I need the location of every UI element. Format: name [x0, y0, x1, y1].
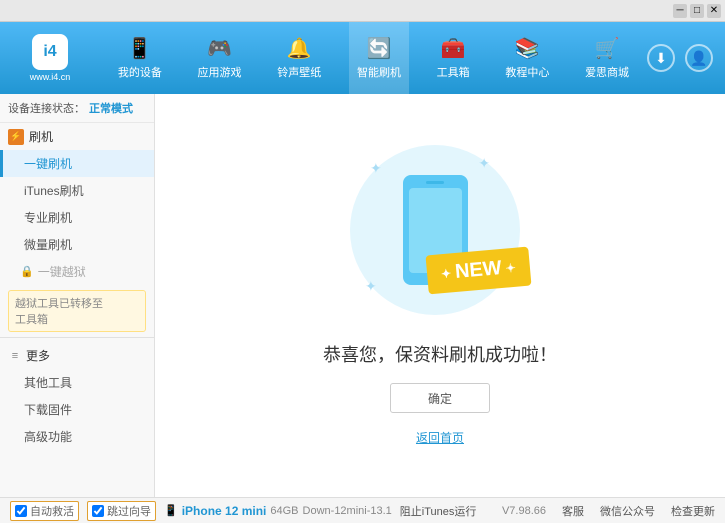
warning-text: 越狱工具已转移至 工具箱	[15, 298, 103, 326]
status-label: 设备连接状态：	[8, 100, 85, 116]
tutorial-icon: 📚	[515, 36, 540, 61]
nav-item-my-device-label: 我的设备	[118, 64, 162, 80]
itunes-status[interactable]: 阻止iTunes运行	[400, 503, 477, 519]
success-container: ✦ ✦ ✦ NEW 恭喜您，保资料刷机成功啦！ 确定 返回首页	[323, 145, 557, 446]
device-name: iPhone 12 mini	[182, 504, 267, 518]
nav-item-toolbox[interactable]: 🧰 工具箱	[429, 22, 478, 94]
app-games-icon: 🎮	[207, 36, 232, 61]
smart-flash-icon: 🔄	[367, 36, 392, 61]
nav-item-app-games[interactable]: 🎮 应用游戏	[190, 22, 250, 94]
other-tools-label: 其他工具	[24, 376, 72, 390]
title-bar: ─ □ ✕	[0, 0, 725, 22]
advanced-label: 高级功能	[24, 430, 72, 444]
nav-item-app-games-label: 应用游戏	[198, 64, 242, 80]
confirm-button[interactable]: 确定	[390, 383, 490, 413]
device-storage: 64GB	[270, 505, 298, 517]
nav-item-toolbox-label: 工具箱	[437, 64, 470, 80]
user-button[interactable]: 👤	[685, 44, 713, 72]
close-button[interactable]: ✕	[707, 4, 721, 18]
circle-background: ✦ ✦ ✦ NEW	[350, 145, 520, 315]
nav-item-smart-flash[interactable]: 🔄 智能刷机	[349, 22, 409, 94]
skip-wizard-checkbox[interactable]: 跳过向导	[87, 501, 156, 521]
sidebar: 设备连接状态： 正常模式 ⚡ 刷机 一键刷机 iTunes刷机 专业刷机 微量刷…	[0, 94, 155, 497]
flash-section-label: 刷机	[29, 128, 53, 145]
check-update-link[interactable]: 检查更新	[671, 503, 715, 519]
customer-service-link[interactable]: 客服	[562, 503, 584, 519]
sidebar-item-download-firmware[interactable]: 下载固件	[0, 396, 154, 423]
sidebar-item-jailbreak: 一键越狱	[38, 263, 86, 280]
sidebar-section-more[interactable]: ≡ 更多	[0, 342, 154, 369]
skip-wizard-label: 跳过向导	[107, 503, 151, 519]
my-device-icon: 📱	[127, 36, 152, 61]
ringtone-icon: 🔔	[287, 36, 312, 61]
sidebar-item-itunes-flash[interactable]: iTunes刷机	[0, 177, 154, 204]
auto-rescue-input[interactable]	[15, 505, 27, 517]
nav-item-shop[interactable]: 🛒 爱思商城	[577, 22, 637, 94]
device-info: 📱 iPhone 12 mini 64GB Down-12mini-13.1	[164, 504, 392, 518]
nav-item-tutorial-label: 教程中心	[505, 64, 549, 80]
sidebar-divider	[0, 337, 154, 338]
content-area: ✦ ✦ ✦ NEW 恭喜您，保资料刷机成功啦！ 确定 返回首页	[155, 94, 725, 497]
data-flash-label: 微量刷机	[24, 238, 72, 252]
nav-item-ringtone[interactable]: 🔔 铃声壁纸	[269, 22, 329, 94]
nav-items: 📱 我的设备 🎮 应用游戏 🔔 铃声壁纸 🔄 智能刷机 🧰 工具箱 📚 教程中心…	[100, 22, 647, 94]
phone-illustration: ✦ ✦ ✦ NEW	[350, 145, 530, 325]
one-click-flash-label: 一键刷机	[24, 157, 72, 171]
sidebar-item-data-flash[interactable]: 微量刷机	[0, 231, 154, 258]
nav-item-shop-label: 爱思商城	[585, 64, 629, 80]
sidebar-content: ⚡ 刷机 一键刷机 iTunes刷机 专业刷机 微量刷机 🔒 一键越狱	[0, 123, 154, 497]
toolbox-icon: 🧰	[441, 36, 466, 61]
status-value: 正常模式	[89, 100, 133, 116]
flash-section-icon: ⚡	[8, 129, 24, 145]
sidebar-section-flash[interactable]: ⚡ 刷机	[0, 123, 154, 150]
new-ribbon: NEW	[426, 247, 532, 295]
download-firmware-label: 下载固件	[24, 403, 72, 417]
sparkle-1: ✦	[370, 160, 382, 177]
nav-item-tutorial[interactable]: 📚 教程中心	[497, 22, 557, 94]
version-text: V7.98.66	[502, 505, 546, 517]
auto-rescue-checkbox[interactable]: 自动救活	[10, 501, 79, 521]
maximize-button[interactable]: □	[690, 4, 704, 18]
sparkle-2: ✦	[478, 155, 490, 172]
download-button[interactable]: ⬇	[647, 44, 675, 72]
main: 设备连接状态： 正常模式 ⚡ 刷机 一键刷机 iTunes刷机 专业刷机 微量刷…	[0, 94, 725, 497]
shop-icon: 🛒	[595, 36, 620, 61]
bottom-left: 自动救活 跳过向导 📱 iPhone 12 mini 64GB Down-12m…	[10, 501, 490, 521]
logo-area[interactable]: i4 www.i4.cn	[0, 34, 100, 82]
back-home-link[interactable]: 返回首页	[416, 429, 464, 446]
logo-text: www.i4.cn	[30, 72, 71, 82]
itunes-flash-label: iTunes刷机	[24, 184, 84, 198]
more-section-label: 更多	[26, 347, 50, 364]
sidebar-item-pro-flash[interactable]: 专业刷机	[0, 204, 154, 231]
sidebar-warning: 越狱工具已转移至 工具箱	[8, 290, 146, 332]
wechat-link[interactable]: 微信公众号	[600, 503, 655, 519]
minimize-button[interactable]: ─	[673, 4, 687, 18]
nav-item-my-device[interactable]: 📱 我的设备	[110, 22, 170, 94]
status-bar-top: 设备连接状态： 正常模式	[0, 94, 154, 123]
skip-wizard-input[interactable]	[92, 505, 104, 517]
device-model: Down-12mini-13.1	[303, 505, 392, 517]
header: i4 www.i4.cn 📱 我的设备 🎮 应用游戏 🔔 铃声壁纸 🔄 智能刷机…	[0, 22, 725, 94]
pro-flash-label: 专业刷机	[24, 211, 72, 225]
nav-item-ringtone-label: 铃声壁纸	[277, 64, 321, 80]
logo-icon: i4	[32, 34, 68, 70]
more-section-icon: ≡	[8, 349, 22, 363]
sidebar-item-advanced[interactable]: 高级功能	[0, 423, 154, 450]
bottom-bar: 自动救活 跳过向导 📱 iPhone 12 mini 64GB Down-12m…	[0, 497, 725, 523]
nav-item-smart-flash-label: 智能刷机	[357, 64, 401, 80]
sidebar-item-one-click-flash[interactable]: 一键刷机	[0, 150, 154, 177]
phone-speaker	[426, 181, 444, 184]
success-message: 恭喜您，保资料刷机成功啦！	[323, 341, 557, 367]
auto-rescue-label: 自动救活	[30, 503, 74, 519]
device-icon: 📱	[164, 504, 178, 517]
bottom-right: V7.98.66 客服 微信公众号 检查更新	[502, 503, 715, 519]
nav-right: ⬇ 👤	[647, 44, 725, 72]
sparkle-3: ✦	[365, 278, 377, 295]
sidebar-item-other-tools[interactable]: 其他工具	[0, 369, 154, 396]
